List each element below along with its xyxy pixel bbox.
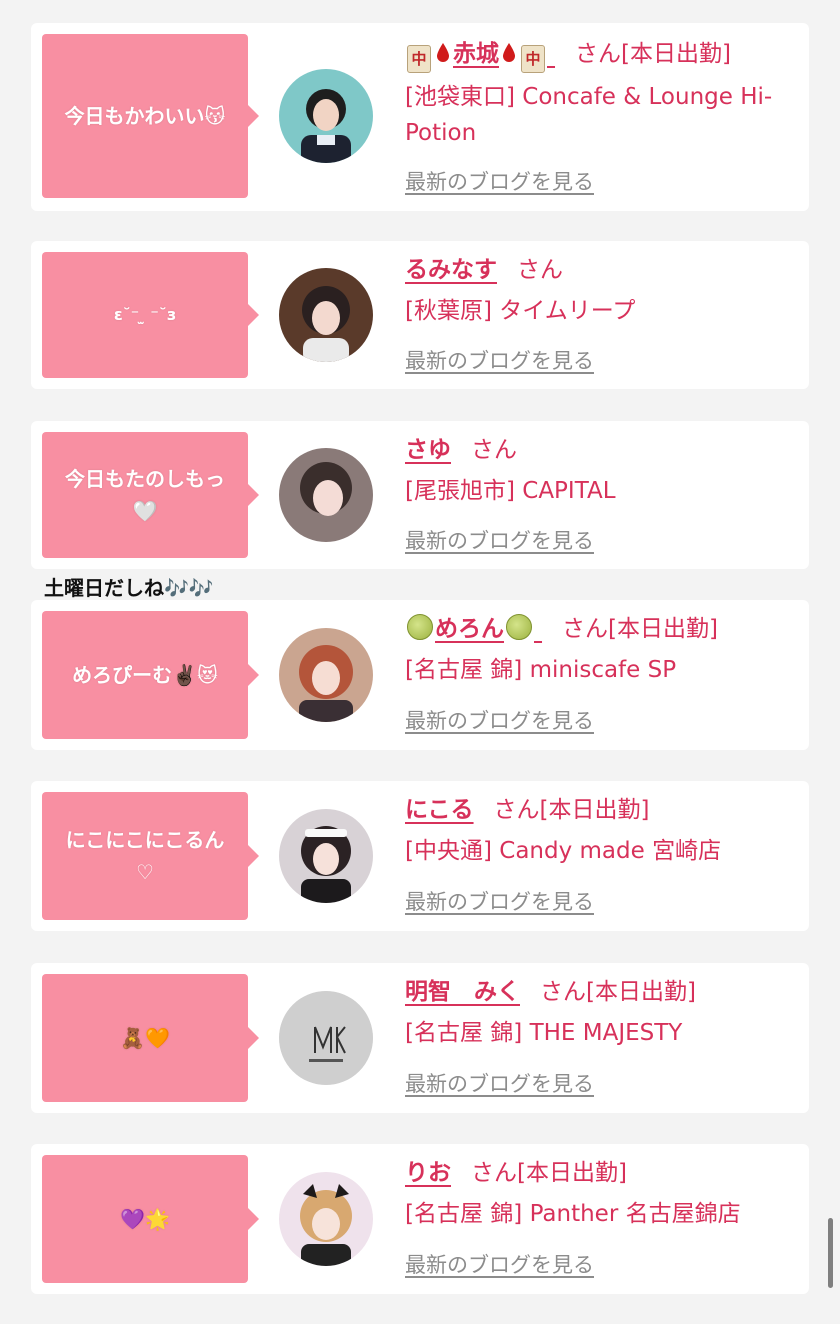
shop-name: [名古屋 錦] miniscafe SP xyxy=(405,657,677,683)
cast-name-link[interactable]: にこる xyxy=(405,797,474,823)
honorific: さん xyxy=(471,1160,517,1186)
mahjong-tile-icon: 中 xyxy=(407,45,431,73)
cast-name-line: りお さん[本日出勤] xyxy=(405,1156,793,1190)
honorific: さん xyxy=(562,616,609,642)
comment-bubble: めろぴーむ✌🏿😻 xyxy=(42,611,259,739)
cast-name: めろん xyxy=(435,616,504,642)
status-badge: [本日出勤] xyxy=(608,616,718,642)
shop-name: [中央通] Candy made 宮崎店 xyxy=(405,838,722,864)
cast-card: 💜🌟 りお さん[本日出勤] [名古屋 錦] Panther 名古屋錦店 最新のブ… xyxy=(31,1144,809,1294)
shop-name: [秋葉原] タイムリープ xyxy=(405,298,636,324)
honorific: さん xyxy=(517,257,563,283)
cast-name-line: 明智 みく さん[本日出勤] xyxy=(405,975,793,1009)
avatar[interactable] xyxy=(279,628,373,722)
cast-name-link[interactable]: るみなす xyxy=(405,257,497,283)
comment-bubble: ε˘⁻ ̫ ⁻˘з xyxy=(42,252,259,378)
blood-drop-icon xyxy=(503,43,515,62)
cast-card: ε˘⁻ ̫ ⁻˘з るみなす さん [秋葉原] タイムリープ 最新のブログを見る xyxy=(31,241,809,389)
cast-card: 今日もたのしもっ 🤍 さゆ さん [尾張旭市] CAPITAL 最新のブログを見る xyxy=(31,421,809,569)
comment-bubble: 🧸🧡 xyxy=(42,974,259,1102)
cast-name-link[interactable]: 明智 みく xyxy=(405,979,520,1005)
cast-card: 🧸🧡 明智 みく さん[本日出勤] [名古屋 錦] THE MAJESTY 最新の… xyxy=(31,963,809,1113)
blog-link[interactable]: 最新のブログを見る xyxy=(405,526,594,556)
avatar[interactable] xyxy=(279,69,373,163)
honorific: さん xyxy=(575,41,622,67)
avatar[interactable] xyxy=(279,809,373,903)
honorific: さん xyxy=(471,437,517,463)
honorific: さん xyxy=(540,979,586,1005)
cast-name-line: 中赤城中 さん[本日出勤] xyxy=(405,37,793,73)
blog-link[interactable]: 最新のブログを見る xyxy=(405,1069,594,1099)
blog-link[interactable]: 最新のブログを見る xyxy=(405,1250,594,1280)
overflow-comment: 土曜日だしね🎶🎶 xyxy=(44,576,214,600)
comment-bubble: にこにこにこるん ♡ xyxy=(42,792,259,920)
status-badge: [本日出勤] xyxy=(539,797,650,823)
status-badge: [本日出勤] xyxy=(517,1160,627,1186)
cast-name-line: にこる さん[本日出勤] xyxy=(405,793,793,827)
cast-name-line: るみなす さん xyxy=(405,253,793,287)
blood-drop-icon xyxy=(437,43,449,62)
avatar[interactable] xyxy=(279,991,373,1085)
blog-link[interactable]: 最新のブログを見る xyxy=(405,887,594,917)
shop-name: [名古屋 錦] Panther 名古屋錦店 xyxy=(405,1201,741,1227)
cast-name-link[interactable]: めろん xyxy=(405,614,542,642)
melon-icon xyxy=(407,614,433,640)
scrollbar[interactable] xyxy=(828,1218,833,1288)
cast-name-line: めろん さん[本日出勤] xyxy=(405,612,793,646)
cast-name-link[interactable]: さゆ xyxy=(405,437,451,463)
comment-bubble: 💜🌟 xyxy=(42,1155,259,1283)
cast-name-link[interactable]: 中赤城中 xyxy=(405,41,555,73)
shop-name: [尾張旭市] CAPITAL xyxy=(405,478,616,504)
blog-link[interactable]: 最新のブログを見る xyxy=(405,346,594,376)
cast-card: めろぴーむ✌🏿😻 めろん さん[本日出勤] [名古屋 錦] miniscafe … xyxy=(31,600,809,750)
avatar[interactable] xyxy=(279,1172,373,1266)
blog-link[interactable]: 最新のブログを見る xyxy=(405,706,594,736)
blog-link[interactable]: 最新のブログを見る xyxy=(405,167,594,197)
avatar[interactable] xyxy=(279,268,373,362)
melon-icon xyxy=(506,614,532,640)
cast-card: 今日もかわいい😽 中赤城中 さん[本日出勤] [池袋東口] Concafe & … xyxy=(31,23,809,211)
mahjong-tile-icon: 中 xyxy=(521,45,545,73)
avatar[interactable] xyxy=(279,448,373,542)
shop-name: [名古屋 錦] THE MAJESTY xyxy=(405,1020,683,1046)
cast-name-line: さゆ さん xyxy=(405,433,793,467)
honorific: さん xyxy=(493,797,540,823)
status-badge: [本日出勤] xyxy=(586,979,696,1005)
cast-name: 赤城 xyxy=(453,41,499,67)
status-badge: [本日出勤] xyxy=(621,41,731,67)
shop-name: [池袋東口] Concafe & Lounge Hi-Potion xyxy=(405,84,773,146)
comment-bubble: 今日もたのしもっ 🤍 xyxy=(42,432,259,558)
comment-bubble: 今日もかわいい😽 xyxy=(42,34,259,198)
cast-card: にこにこにこるん ♡ にこる さん[本日出勤] [中央通] Candy made … xyxy=(31,781,809,931)
cast-name-link[interactable]: りお xyxy=(405,1160,451,1186)
